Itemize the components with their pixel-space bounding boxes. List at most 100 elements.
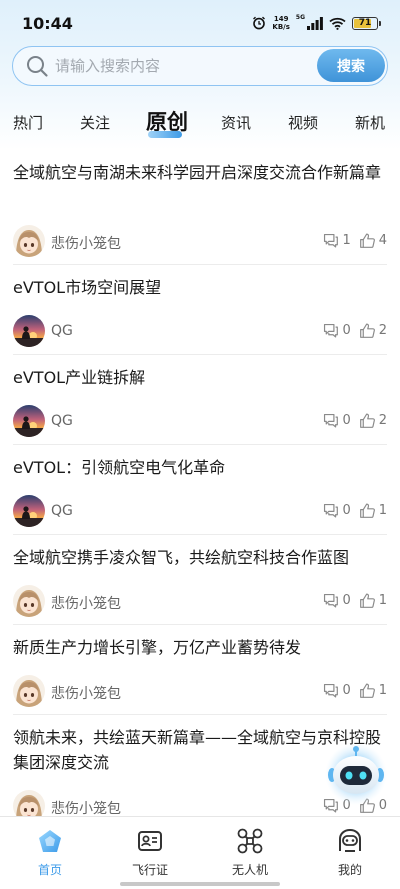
comment-icon[interactable] [322, 502, 339, 519]
category-tabs: 热门 关注 原创 资讯 视频 新机 [0, 98, 400, 142]
nav-flight-license[interactable]: 飞行证 [100, 827, 200, 887]
author-name[interactable]: 悲伤小笼包 [51, 233, 121, 253]
signal-icon [307, 16, 323, 30]
comment-count: 0 [342, 683, 351, 698]
article-title[interactable]: eVTOL：引领航空电气化革命 [13, 455, 387, 480]
tab-video[interactable]: 视频 [288, 112, 318, 133]
author-name[interactable]: QG [51, 323, 73, 339]
comment-count: 0 [342, 593, 351, 608]
like-icon[interactable] [359, 592, 376, 609]
article-meta: QG 0 2 [13, 405, 387, 437]
avatar[interactable] [13, 585, 45, 617]
nav-label: 无人机 [231, 863, 268, 877]
comment-icon[interactable] [322, 412, 339, 429]
active-tab-indicator [148, 131, 182, 138]
article-meta: 悲伤小笼包 0 1 [13, 585, 387, 617]
article-card[interactable]: 全域航空与南湖未来科学园开启深度交流合作新篇章 悲伤小笼包 1 4 [0, 150, 400, 265]
article-title[interactable]: 新质生产力增长引擎，万亿产业蓄势待发 [13, 635, 387, 660]
article-stats: 0 2 [322, 412, 387, 429]
like-icon[interactable] [359, 322, 376, 339]
article-stats: 0 1 [322, 682, 387, 699]
like-count: 1 [378, 683, 387, 698]
alarm-icon [253, 16, 266, 30]
nav-profile[interactable]: 我的 [300, 827, 400, 887]
author-name[interactable]: QG [51, 413, 73, 429]
net-speed-value: 149 [273, 15, 289, 23]
avatar[interactable] [13, 405, 45, 437]
comment-count: 1 [342, 233, 351, 248]
article-meta: QG 0 1 [13, 495, 387, 527]
article-stats: 0 2 [322, 322, 387, 339]
comment-icon[interactable] [322, 322, 339, 339]
tab-hot[interactable]: 热门 [13, 112, 43, 133]
tab-following[interactable]: 关注 [80, 112, 110, 133]
avatar[interactable] [13, 495, 45, 527]
author-name[interactable]: 悲伤小笼包 [51, 683, 121, 703]
net-speed: 149 KB/s [272, 15, 289, 31]
comment-count: 0 [342, 323, 351, 338]
article-meta: 悲伤小笼包 1 4 [13, 225, 387, 257]
nav-label: 我的 [337, 863, 362, 877]
like-icon[interactable] [359, 232, 376, 249]
status-time: 10:44 [22, 14, 73, 33]
status-icons: 149 KB/s 5G 71 [252, 14, 381, 32]
comment-icon[interactable] [322, 592, 339, 609]
search-bar: 搜索 [12, 46, 388, 86]
author-name[interactable]: 悲伤小笼包 [51, 593, 121, 613]
search-icon [27, 56, 48, 77]
network-type-label: 5G [295, 14, 305, 21]
article-meta: 悲伤小笼包 0 1 [13, 675, 387, 707]
nav-home[interactable]: 首页 [0, 827, 100, 887]
avatar[interactable] [13, 675, 45, 707]
battery-level: 71 [358, 18, 372, 28]
author-name[interactable]: QG [51, 503, 73, 519]
article-meta: QG 0 2 [13, 315, 387, 347]
bottom-navigation: 首页 飞行证 无人机 我的 [0, 816, 400, 889]
comment-icon[interactable] [322, 232, 339, 249]
like-icon[interactable] [359, 412, 376, 429]
author-name[interactable]: 悲伤小笼包 [51, 798, 121, 818]
like-count: 4 [378, 233, 387, 248]
net-speed-unit: KB/s [272, 23, 290, 31]
like-icon[interactable] [359, 502, 376, 519]
article-card[interactable]: eVTOL：引领航空电气化革命 QG 0 1 [0, 445, 400, 535]
article-card[interactable]: eVTOL市场空间展望 QG 0 2 [0, 265, 400, 355]
license-card-icon [138, 831, 162, 851]
profile-icon [339, 828, 361, 852]
nav-label: 首页 [37, 863, 62, 877]
tab-new-aircraft[interactable]: 新机 [355, 112, 385, 133]
comment-icon[interactable] [322, 797, 339, 814]
like-icon[interactable] [359, 682, 376, 699]
like-count: 0 [378, 798, 387, 813]
nav-drone[interactable]: 无人机 [200, 827, 300, 887]
like-count: 1 [378, 593, 387, 608]
robot-assistant-icon[interactable] [324, 741, 388, 805]
article-title[interactable]: 全域航空携手凌众智飞，共绘航空科技合作蓝图 [13, 545, 387, 570]
search-input[interactable] [55, 51, 310, 81]
avatar[interactable] [13, 225, 45, 257]
status-bar: 10:44 149 KB/s 5G 71 [0, 0, 400, 44]
article-stats: 0 1 [322, 592, 387, 609]
avatar[interactable] [13, 315, 45, 347]
tab-news[interactable]: 资讯 [221, 112, 251, 133]
home-indicator[interactable] [120, 882, 280, 886]
search-button[interactable]: 搜索 [317, 49, 385, 82]
like-count: 1 [378, 503, 387, 518]
article-title[interactable]: 全域航空与南湖未来科学园开启深度交流合作新篇章 [13, 160, 387, 185]
article-card[interactable]: eVTOL产业链拆解 QG 0 2 [0, 355, 400, 445]
comment-icon[interactable] [322, 682, 339, 699]
battery-icon: 71 [352, 16, 381, 30]
nav-label: 飞行证 [131, 863, 168, 877]
article-title[interactable]: eVTOL产业链拆解 [13, 365, 387, 390]
like-count: 2 [378, 323, 387, 338]
article-stats: 1 4 [322, 232, 387, 249]
article-title[interactable]: eVTOL市场空间展望 [13, 275, 387, 300]
home-icon [39, 830, 61, 852]
article-card[interactable]: 全域航空携手凌众智飞，共绘航空科技合作蓝图 悲伤小笼包 0 1 [0, 535, 400, 625]
drone-icon [237, 828, 263, 854]
article-card[interactable]: 新质生产力增长引擎，万亿产业蓄势待发 悲伤小笼包 0 1 [0, 625, 400, 715]
like-count: 2 [378, 413, 387, 428]
article-feed: 全域航空与南湖未来科学园开启深度交流合作新篇章 悲伤小笼包 1 4 eVTOL市… [0, 150, 400, 830]
comment-count: 0 [342, 503, 351, 518]
wifi-icon [329, 17, 346, 30]
